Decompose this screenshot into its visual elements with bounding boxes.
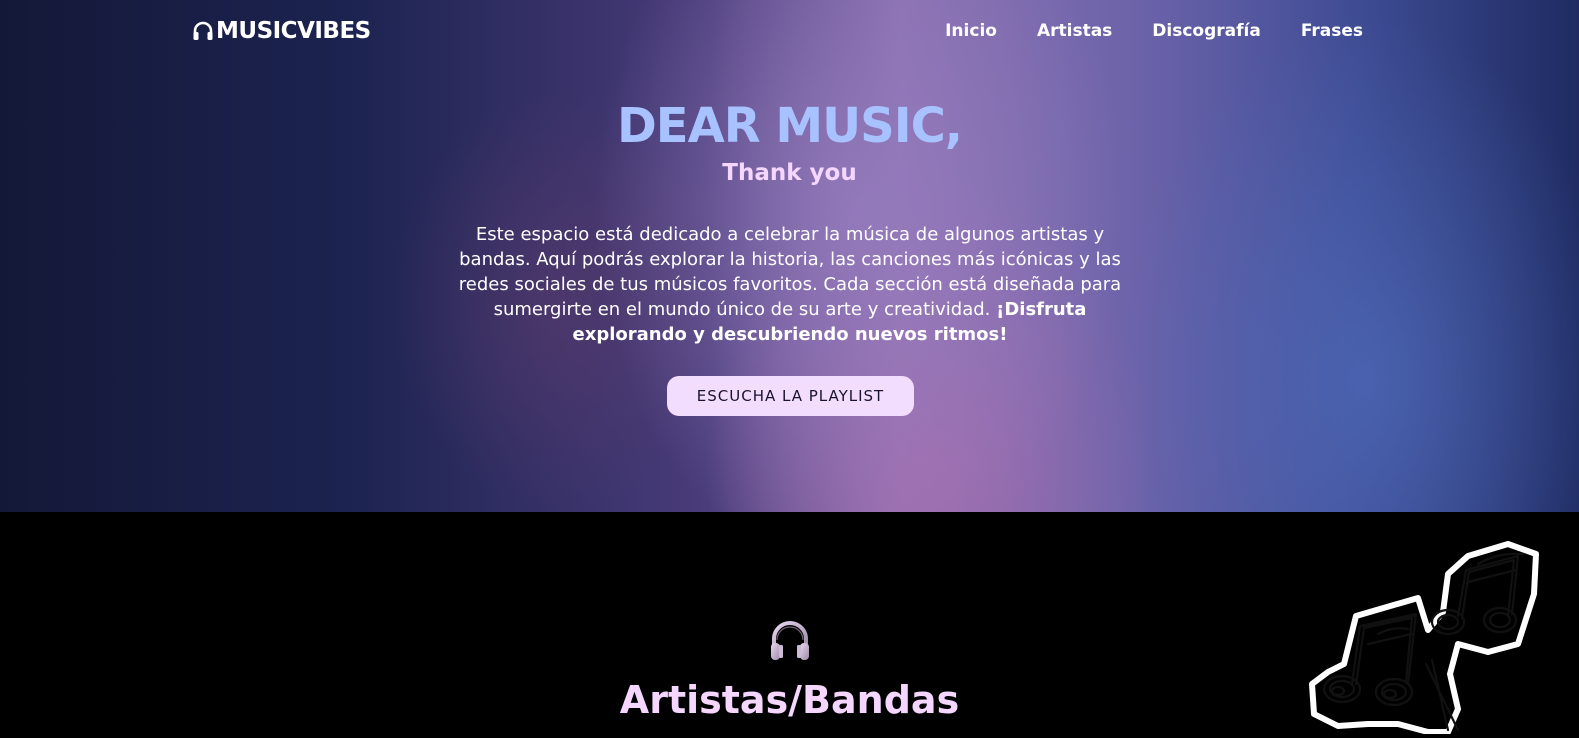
hero-subtitle: Thank you	[722, 160, 857, 186]
hero-section: MUSICVIBES Inicio Artistas Discografía F…	[0, 0, 1579, 512]
hero-title: DEAR MUSIC,	[616, 98, 963, 154]
nav-link-frases[interactable]: Frases	[1301, 21, 1363, 41]
nav-link-inicio[interactable]: Inicio	[945, 21, 997, 41]
brand-logo[interactable]: MUSICVIBES	[192, 18, 371, 44]
main-nav: Inicio Artistas Discografía Frases	[945, 21, 1363, 41]
playlist-button[interactable]: ESCUCHA LA PLAYLIST	[667, 376, 914, 416]
brand-name: MUSICVIBES	[216, 18, 371, 44]
headphones-icon	[192, 20, 214, 42]
hero-description: Este espacio está dedicado a celebrar la…	[440, 222, 1140, 347]
artists-section: Artistas/Bandas	[0, 512, 1579, 735]
nav-link-discografia[interactable]: Discografía	[1152, 21, 1261, 41]
headphones-icon	[768, 618, 812, 664]
nav-link-artistas[interactable]: Artistas	[1037, 21, 1112, 41]
music-notes-doodle	[1308, 534, 1558, 735]
